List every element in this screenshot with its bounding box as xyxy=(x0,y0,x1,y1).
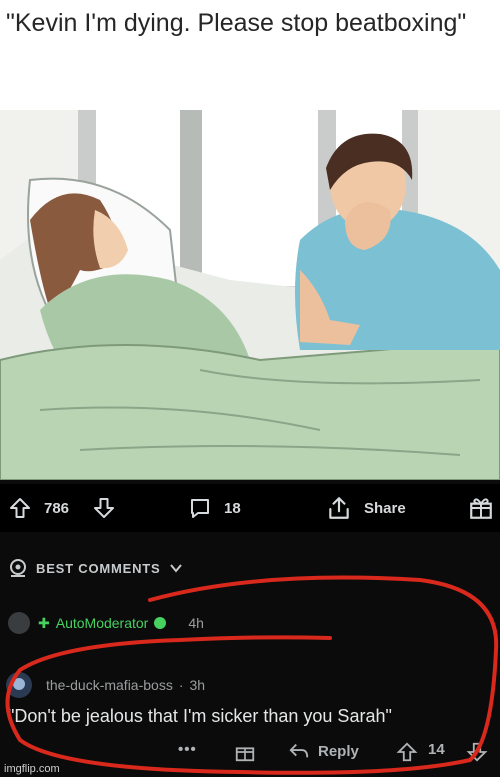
comment-actions: ••• Reply 14 xyxy=(0,738,500,768)
automod-username[interactable]: AutoModerator xyxy=(56,615,149,631)
chevron-down-icon xyxy=(169,564,182,573)
comment-downvote-button[interactable] xyxy=(466,741,488,763)
vote-count: 786 xyxy=(44,499,70,517)
meme-caption: "Kevin I'm dying. Please stop beatboxing… xyxy=(6,9,467,37)
comment-icon xyxy=(191,499,209,518)
upvote-icon xyxy=(396,742,418,762)
more-options-button[interactable]: ••• xyxy=(178,741,197,758)
meme-image[interactable]: "Kevin I'm dying. Please stop beatboxing… xyxy=(0,0,500,480)
comments-button[interactable]: 18 xyxy=(188,494,241,522)
top-comment: the-duck-mafia-boss · 3h "Don't be jealo… xyxy=(0,662,500,777)
reply-button[interactable]: Reply xyxy=(288,741,359,761)
award-icon xyxy=(470,498,492,519)
comment-body: "Don't be jealous that I'm sicker than y… xyxy=(8,706,392,726)
downvote-icon xyxy=(94,498,114,518)
comment-upvote-button[interactable] xyxy=(396,741,418,763)
mod-shield-icon xyxy=(154,617,167,629)
comment-count: 18 xyxy=(224,499,241,517)
meta-dot: · xyxy=(178,677,184,693)
upvote-icon xyxy=(10,498,30,518)
award-icon xyxy=(235,747,255,762)
hospital-illustration xyxy=(0,110,500,480)
automod-age: 4h xyxy=(188,615,204,631)
automod-comment[interactable]: ✚ AutoModerator 4h xyxy=(0,606,500,644)
mod-pin-icon: ✚ xyxy=(38,614,50,631)
comment-sort-bar[interactable]: BEST COMMENTS xyxy=(0,548,500,588)
upvote-button[interactable] xyxy=(8,494,32,522)
best-sort-icon xyxy=(10,559,26,577)
award-comment-button[interactable] xyxy=(234,741,256,763)
mod-avatar xyxy=(8,612,30,634)
sort-label: BEST COMMENTS xyxy=(36,560,161,576)
downvote-button[interactable] xyxy=(92,494,116,522)
watermark: imgflip.com xyxy=(4,763,60,775)
share-icon xyxy=(329,497,349,519)
award-button[interactable] xyxy=(468,494,494,522)
downvote-icon xyxy=(466,742,488,762)
comment-age: 3h xyxy=(189,677,206,693)
comment-username[interactable]: the-duck-mafia-boss xyxy=(46,677,173,693)
share-label: Share xyxy=(364,499,406,517)
post-action-bar: 786 18 Share xyxy=(0,484,500,532)
share-button[interactable]: Share xyxy=(326,494,406,522)
avatar[interactable] xyxy=(6,672,32,698)
comment-score: 14 xyxy=(428,741,445,758)
reply-icon xyxy=(289,743,309,758)
reply-label: Reply xyxy=(318,742,359,760)
